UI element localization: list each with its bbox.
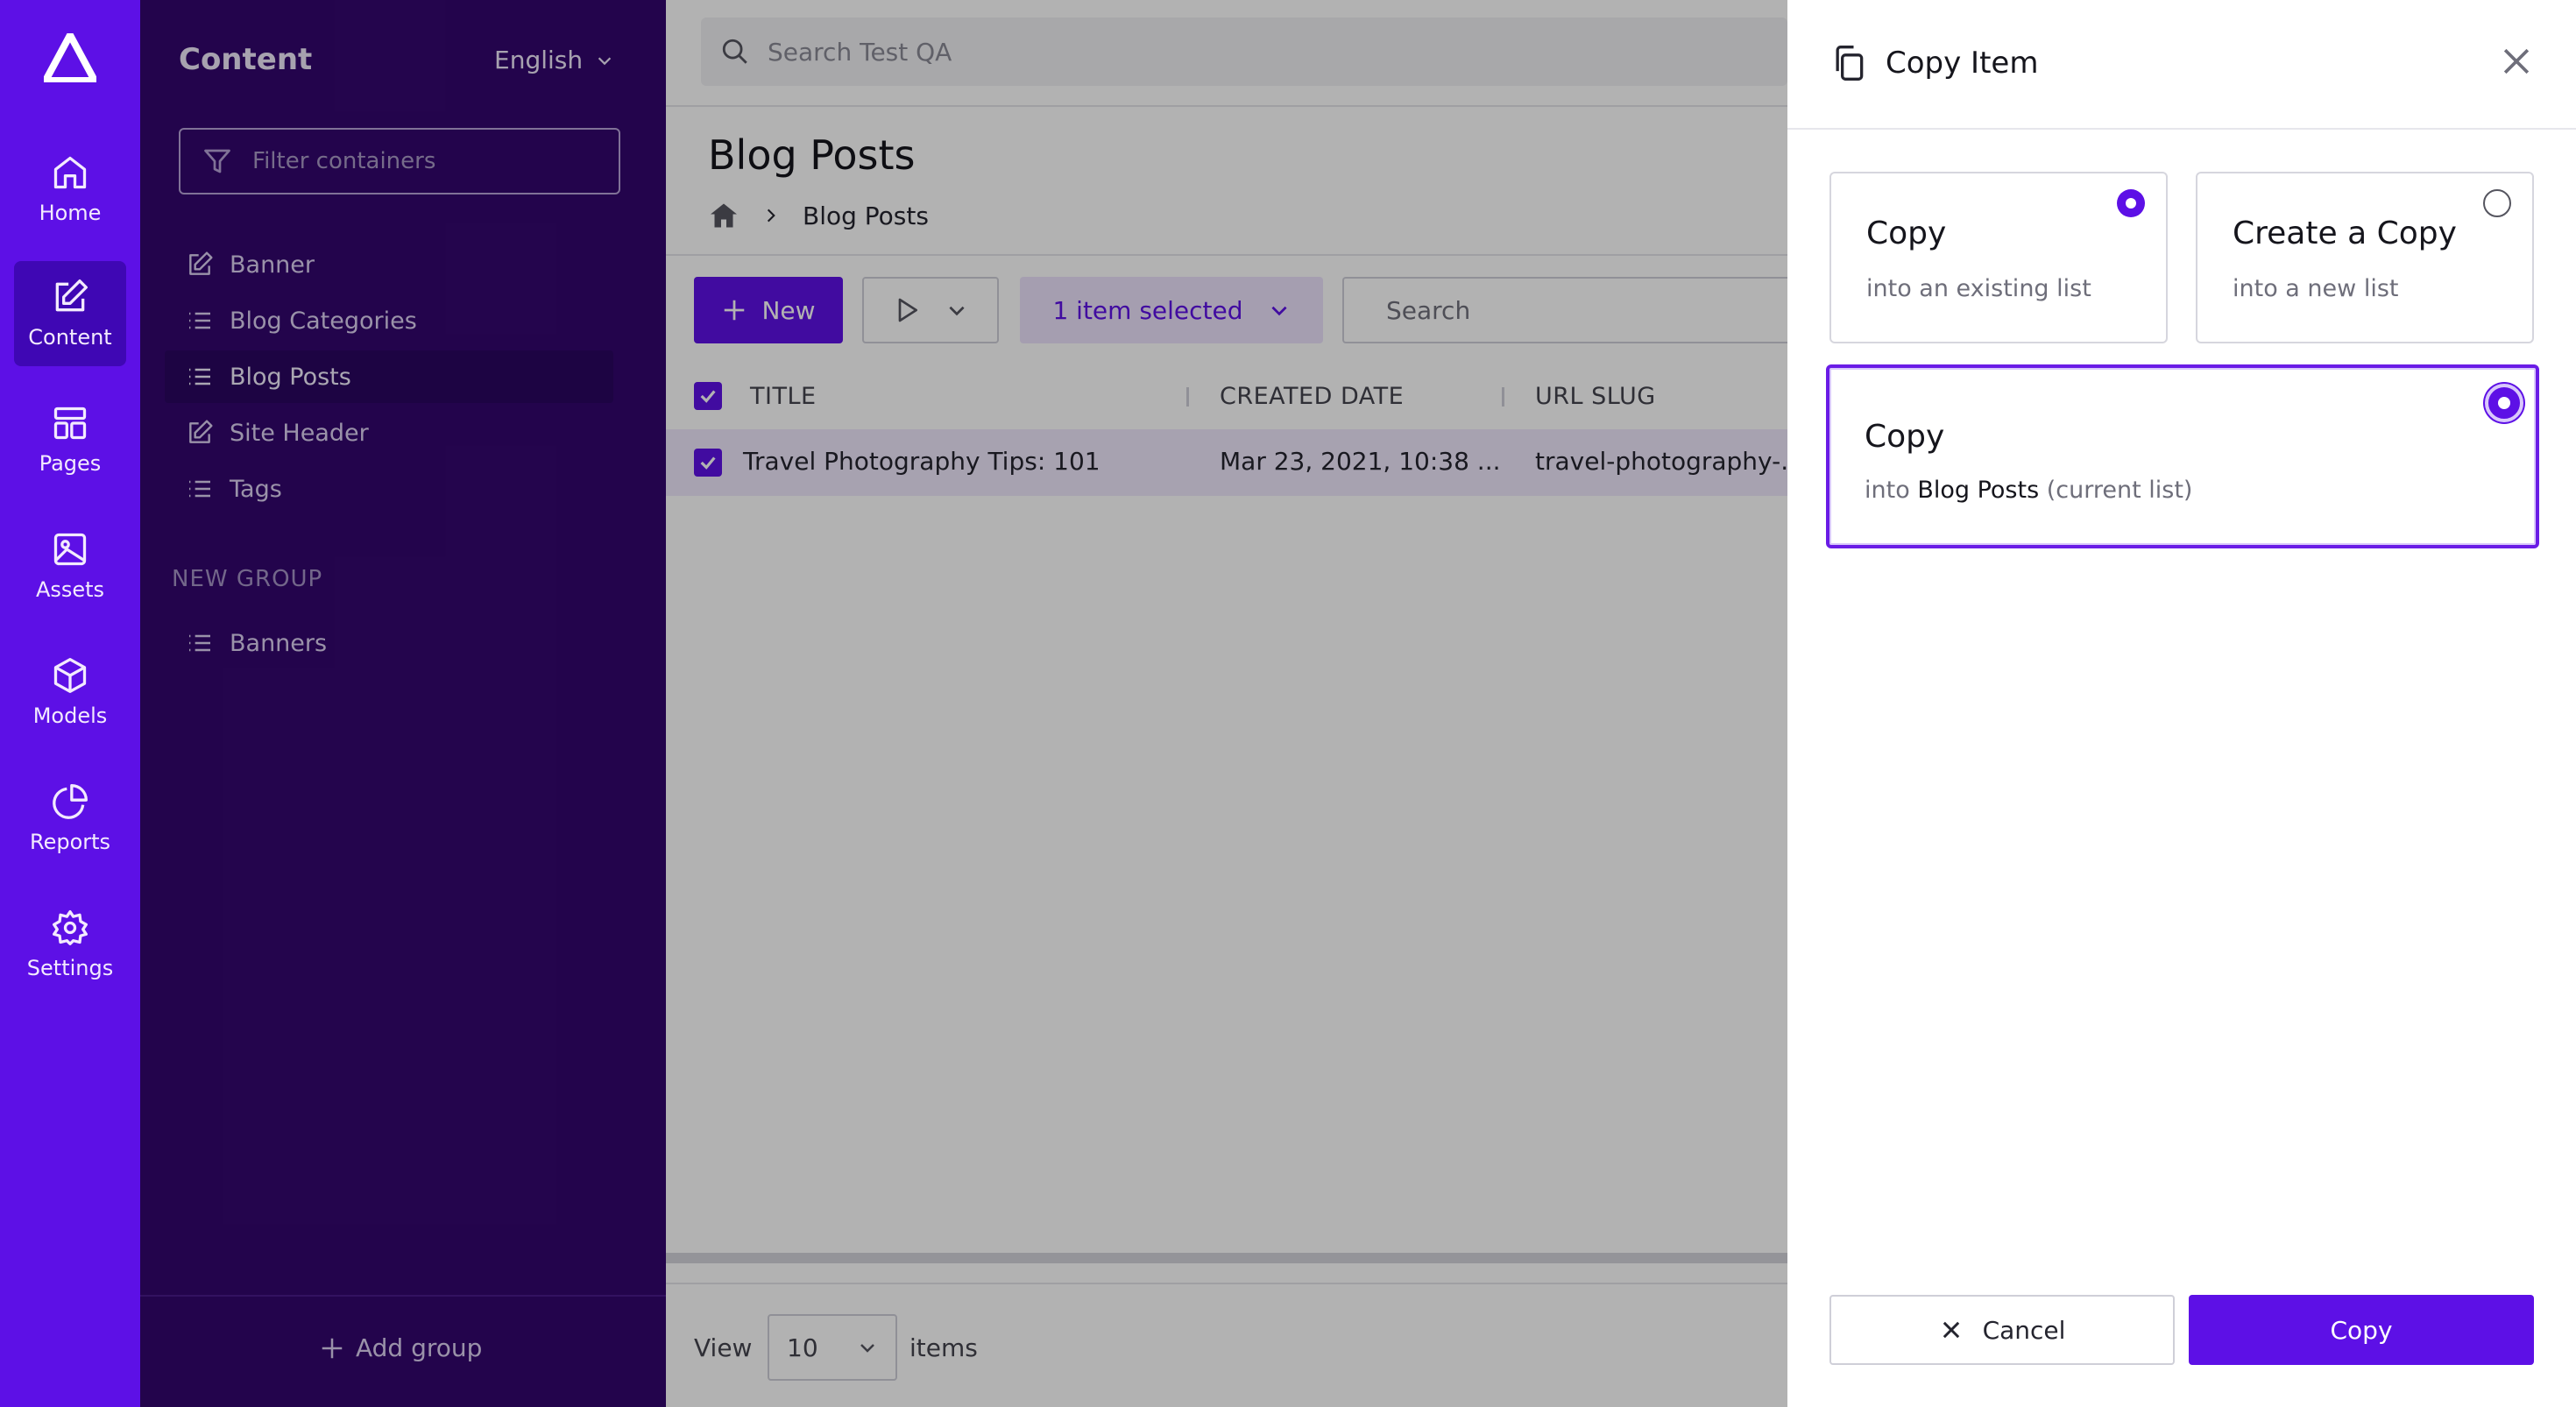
- cancel-label: Cancel: [1982, 1315, 2066, 1345]
- cancel-button[interactable]: Cancel: [1829, 1295, 2175, 1365]
- option-title: Create a Copy: [2233, 216, 2457, 251]
- option-radio[interactable]: [2483, 189, 2511, 217]
- rail-item-label: Pages: [39, 451, 102, 476]
- drawer-title: Copy Item: [1886, 46, 2039, 81]
- subtitle-suffix: (current list): [2046, 477, 2193, 504]
- rail-item-label: Assets: [35, 577, 105, 602]
- home-icon: [53, 156, 87, 189]
- gear-icon: [53, 910, 88, 945]
- rail-item-assets[interactable]: Assets: [14, 513, 126, 619]
- rail-item-home[interactable]: Home: [14, 137, 126, 242]
- rail-item-label: Models: [32, 704, 108, 728]
- rail-item-models[interactable]: Models: [14, 640, 126, 745]
- rail-item-reports[interactable]: Reports: [14, 766, 126, 871]
- rail-item-label: Home: [39, 201, 102, 225]
- rail-item-pages[interactable]: Pages: [14, 387, 126, 492]
- close-icon: [1943, 1321, 1959, 1339]
- agility-logo[interactable]: [44, 33, 96, 82]
- subtitle-target-list: Blog Posts: [1917, 477, 2040, 504]
- pages-layout-icon: [53, 407, 87, 440]
- option-subtitle: into a new list: [2233, 275, 2399, 302]
- option-subtitle: into an existing list: [1866, 275, 2091, 302]
- rail-item-settings[interactable]: Settings: [14, 892, 126, 997]
- option-radio[interactable]: [2485, 384, 2523, 422]
- copy-label: Copy: [2330, 1315, 2393, 1345]
- pie-chart-icon: [53, 784, 88, 819]
- option-title: Copy: [1865, 419, 1945, 455]
- copy-button[interactable]: Copy: [2189, 1295, 2534, 1365]
- edit-icon: [55, 279, 88, 312]
- copy-icon: [1836, 46, 1864, 81]
- rail-item-label: Reports: [29, 830, 111, 854]
- rail-item-label: Content: [28, 325, 112, 350]
- option-radio[interactable]: [2117, 189, 2145, 217]
- icon-rail: Home Content Pages Assets Models Reports…: [0, 0, 140, 1407]
- copy-item-drawer: Copy Item Copy into an existing list Cre…: [1787, 0, 2576, 1407]
- option-title: Copy: [1866, 216, 1947, 251]
- rail-item-label: Settings: [26, 956, 114, 980]
- rail-item-content[interactable]: Content: [14, 261, 126, 366]
- close-icon[interactable]: [2497, 42, 2536, 81]
- image-icon: [53, 533, 87, 566]
- option-create-copy-new-list[interactable]: Create a Copy into a new list: [2196, 172, 2534, 343]
- option-copy-existing-list[interactable]: Copy into an existing list: [1829, 172, 2168, 343]
- modal-overlay[interactable]: [140, 0, 1787, 1407]
- subtitle-prefix: into: [1865, 477, 1910, 504]
- option-subtitle: into Blog Posts (current list): [1865, 477, 2192, 504]
- option-copy-current-list[interactable]: Copy into Blog Posts (current list): [1826, 364, 2539, 548]
- drawer-header: Copy Item: [1787, 0, 2576, 130]
- cube-icon: [53, 658, 87, 693]
